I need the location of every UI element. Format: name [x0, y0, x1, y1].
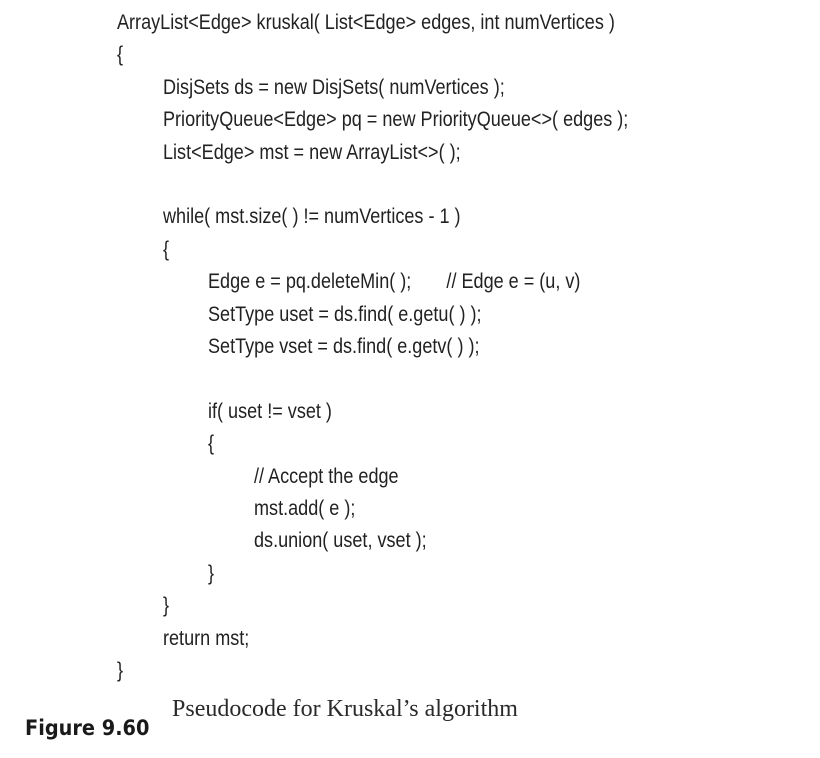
code-line: // Accept the edge: [253, 464, 399, 488]
figure-caption-text: Pseudocode for Kruskal’s algorithm: [172, 696, 518, 722]
code-line: mst.add( e );: [253, 497, 355, 520]
code-line: PriorityQueue<Edge> pq = new PriorityQue…: [162, 108, 628, 132]
code-line: {: [117, 43, 124, 67]
code-line: DisjSets ds = new DisjSets( numVertices …: [162, 75, 505, 99]
code-line: if( uset != vset ): [208, 399, 332, 423]
code-line: return mst;: [162, 626, 249, 650]
figure-label: Figure 9.60: [25, 716, 150, 740]
code-line: SetType uset = ds.find( e.getu( ) );: [208, 302, 482, 326]
code-line: ds.union( uset, vset );: [253, 529, 427, 553]
code-line: ArrayList<Edge> kruskal( List<Edge> edge…: [117, 11, 615, 34]
code-line: Edge e = pq.deleteMin( ); // Edge e = (u…: [208, 270, 581, 294]
code-line: {: [208, 432, 215, 456]
figure-caption: Figure 9.60 Pseudocode for Kruskal’s alg…: [17, 696, 518, 758]
code-line: while( mst.size( ) != numVertices - 1 ): [162, 205, 461, 229]
code-line: List<Edge> mst = new ArrayList<>( );: [162, 140, 461, 164]
code-line: }: [117, 659, 124, 682]
code-line: SetType vset = ds.find( e.getv( ) );: [208, 335, 480, 358]
code-line: {: [162, 237, 169, 261]
code-line: }: [162, 594, 169, 618]
code-line: }: [208, 561, 215, 585]
